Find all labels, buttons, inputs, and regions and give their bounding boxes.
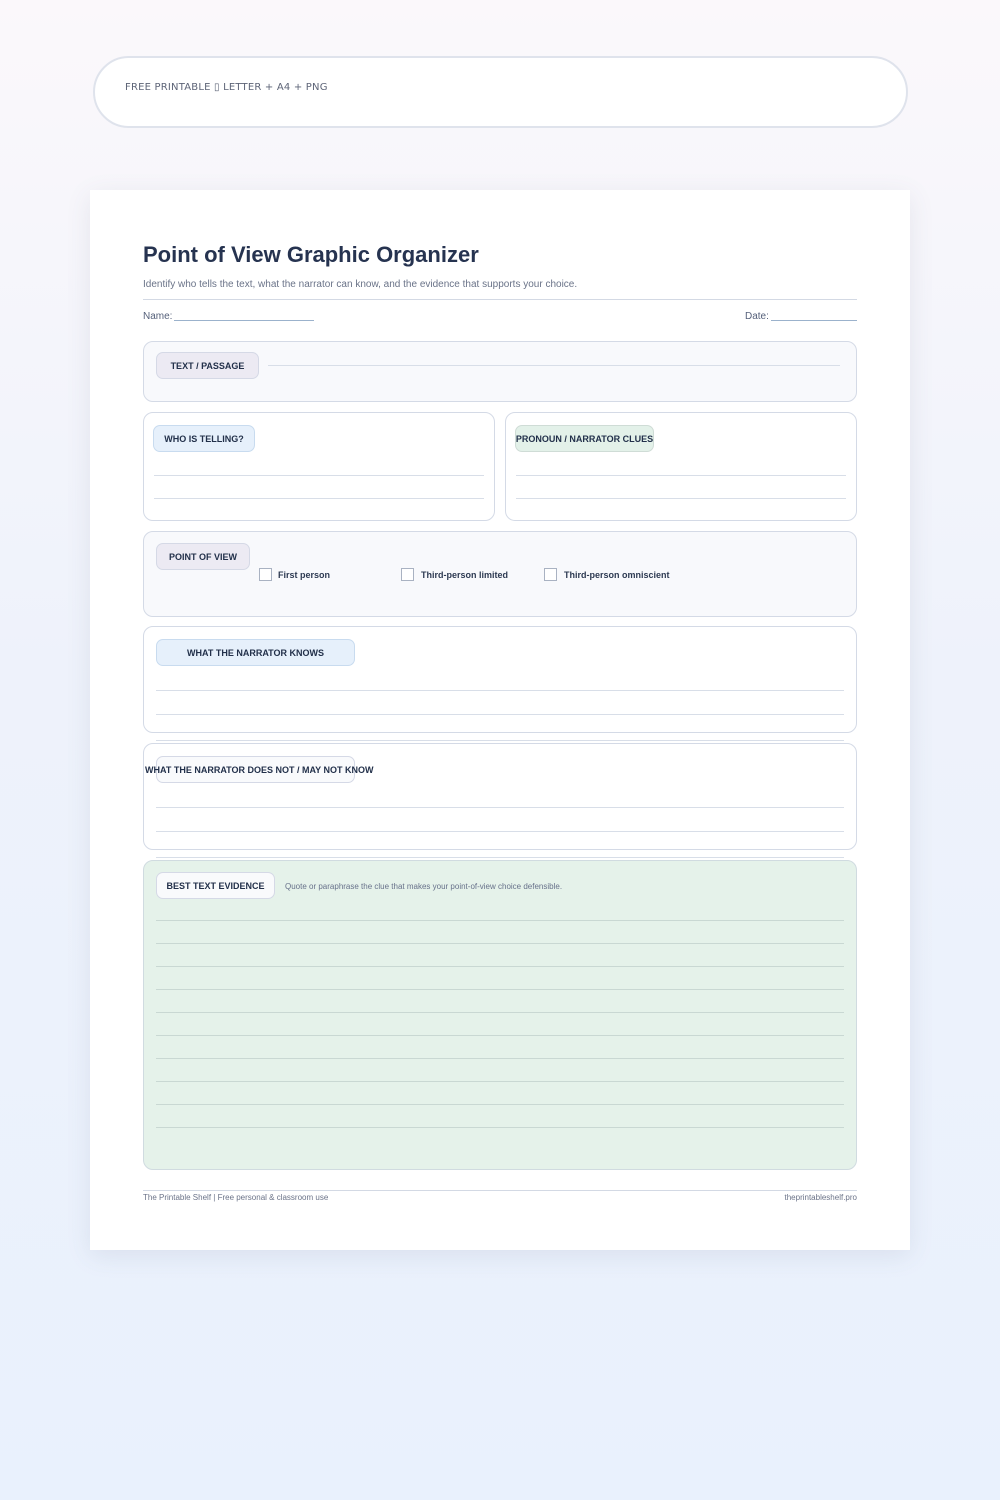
footer-divider — [143, 1190, 857, 1191]
narrator-not-know-pill: WHAT THE NARRATOR DOES NOT / MAY NOT KNO… — [145, 756, 374, 783]
footer-url: theprintableshelf.pro — [784, 1193, 858, 1202]
narrator-knows-label: WHAT THE NARRATOR KNOWS — [156, 639, 355, 666]
evidence-line[interactable] — [156, 989, 844, 990]
name-field[interactable] — [174, 320, 314, 321]
third-person-limited-checkbox[interactable] — [401, 568, 414, 581]
header-divider — [143, 299, 857, 300]
evidence-line[interactable] — [156, 920, 844, 921]
point-of-view-label: POINT OF VIEW — [156, 543, 250, 570]
date-field[interactable] — [771, 320, 857, 321]
date-label: Date: — [745, 311, 769, 322]
narrator-knows-line[interactable] — [156, 714, 844, 715]
best-evidence-hint: Quote or paraphrase the clue that makes … — [285, 882, 563, 891]
narrator-not-know-line[interactable] — [156, 807, 844, 808]
first-person-label: First person — [278, 570, 331, 580]
first-person-checkbox[interactable] — [259, 568, 272, 581]
pronoun-clues-box: PRONOUN / NARRATOR CLUES — [505, 412, 857, 521]
evidence-line[interactable] — [156, 1058, 844, 1059]
evidence-line[interactable] — [156, 1104, 844, 1105]
third-person-omniscient-label: Third-person omniscient — [564, 570, 670, 580]
evidence-line[interactable] — [156, 966, 844, 967]
best-evidence-box: BEST TEXT EVIDENCE Quote or paraphrase t… — [143, 860, 857, 1170]
who-is-telling-box: WHO IS TELLING? — [143, 412, 495, 521]
third-person-limited-label: Third-person limited — [421, 570, 509, 580]
page-title: Point of View Graphic Organizer — [143, 242, 479, 267]
worksheet-page: Point of View Graphic Organizer Identify… — [90, 190, 910, 1250]
who-is-telling-label: WHO IS TELLING? — [153, 425, 255, 452]
evidence-line[interactable] — [156, 1081, 844, 1082]
text-passage-box: TEXT / PASSAGE — [143, 341, 857, 402]
page-subtitle: Identify who tells the text, what the na… — [143, 279, 578, 290]
best-evidence-label: BEST TEXT EVIDENCE — [156, 872, 275, 899]
pronoun-clues-line[interactable] — [516, 475, 846, 476]
who-is-telling-line[interactable] — [154, 498, 484, 499]
pronoun-clues-line[interactable] — [516, 498, 846, 499]
third-person-omniscient-checkbox[interactable] — [544, 568, 557, 581]
extra-writing-line[interactable] — [156, 857, 844, 858]
text-passage-label: TEXT / PASSAGE — [156, 352, 259, 379]
evidence-line[interactable] — [156, 943, 844, 944]
evidence-line[interactable] — [156, 1012, 844, 1013]
narrator-knows-box: WHAT THE NARRATOR KNOWS — [143, 626, 857, 733]
pronoun-clues-label: PRONOUN / NARRATOR CLUES — [515, 425, 654, 452]
footer-left-text: The Printable Shelf | Free personal & cl… — [143, 1193, 329, 1202]
name-label: Name: — [143, 311, 173, 322]
top-banner: FREE PRINTABLE ▯ LETTER + A4 + PNG — [93, 56, 908, 128]
who-is-telling-line[interactable] — [154, 475, 484, 476]
evidence-line[interactable] — [156, 1127, 844, 1128]
extra-writing-line[interactable] — [156, 740, 844, 741]
text-passage-line[interactable] — [268, 365, 840, 366]
narrator-not-know-line[interactable] — [156, 831, 844, 832]
evidence-line[interactable] — [156, 1035, 844, 1036]
point-of-view-box: POINT OF VIEW First person Third-person … — [143, 531, 857, 617]
banner-text: FREE PRINTABLE ▯ LETTER + A4 + PNG — [125, 82, 328, 93]
narrator-knows-line[interactable] — [156, 690, 844, 691]
narrator-not-know-box: WHAT THE NARRATOR DOES NOT / MAY NOT KNO… — [143, 743, 857, 850]
narrator-not-know-label: WHAT THE NARRATOR DOES NOT / MAY NOT KNO… — [145, 764, 374, 775]
